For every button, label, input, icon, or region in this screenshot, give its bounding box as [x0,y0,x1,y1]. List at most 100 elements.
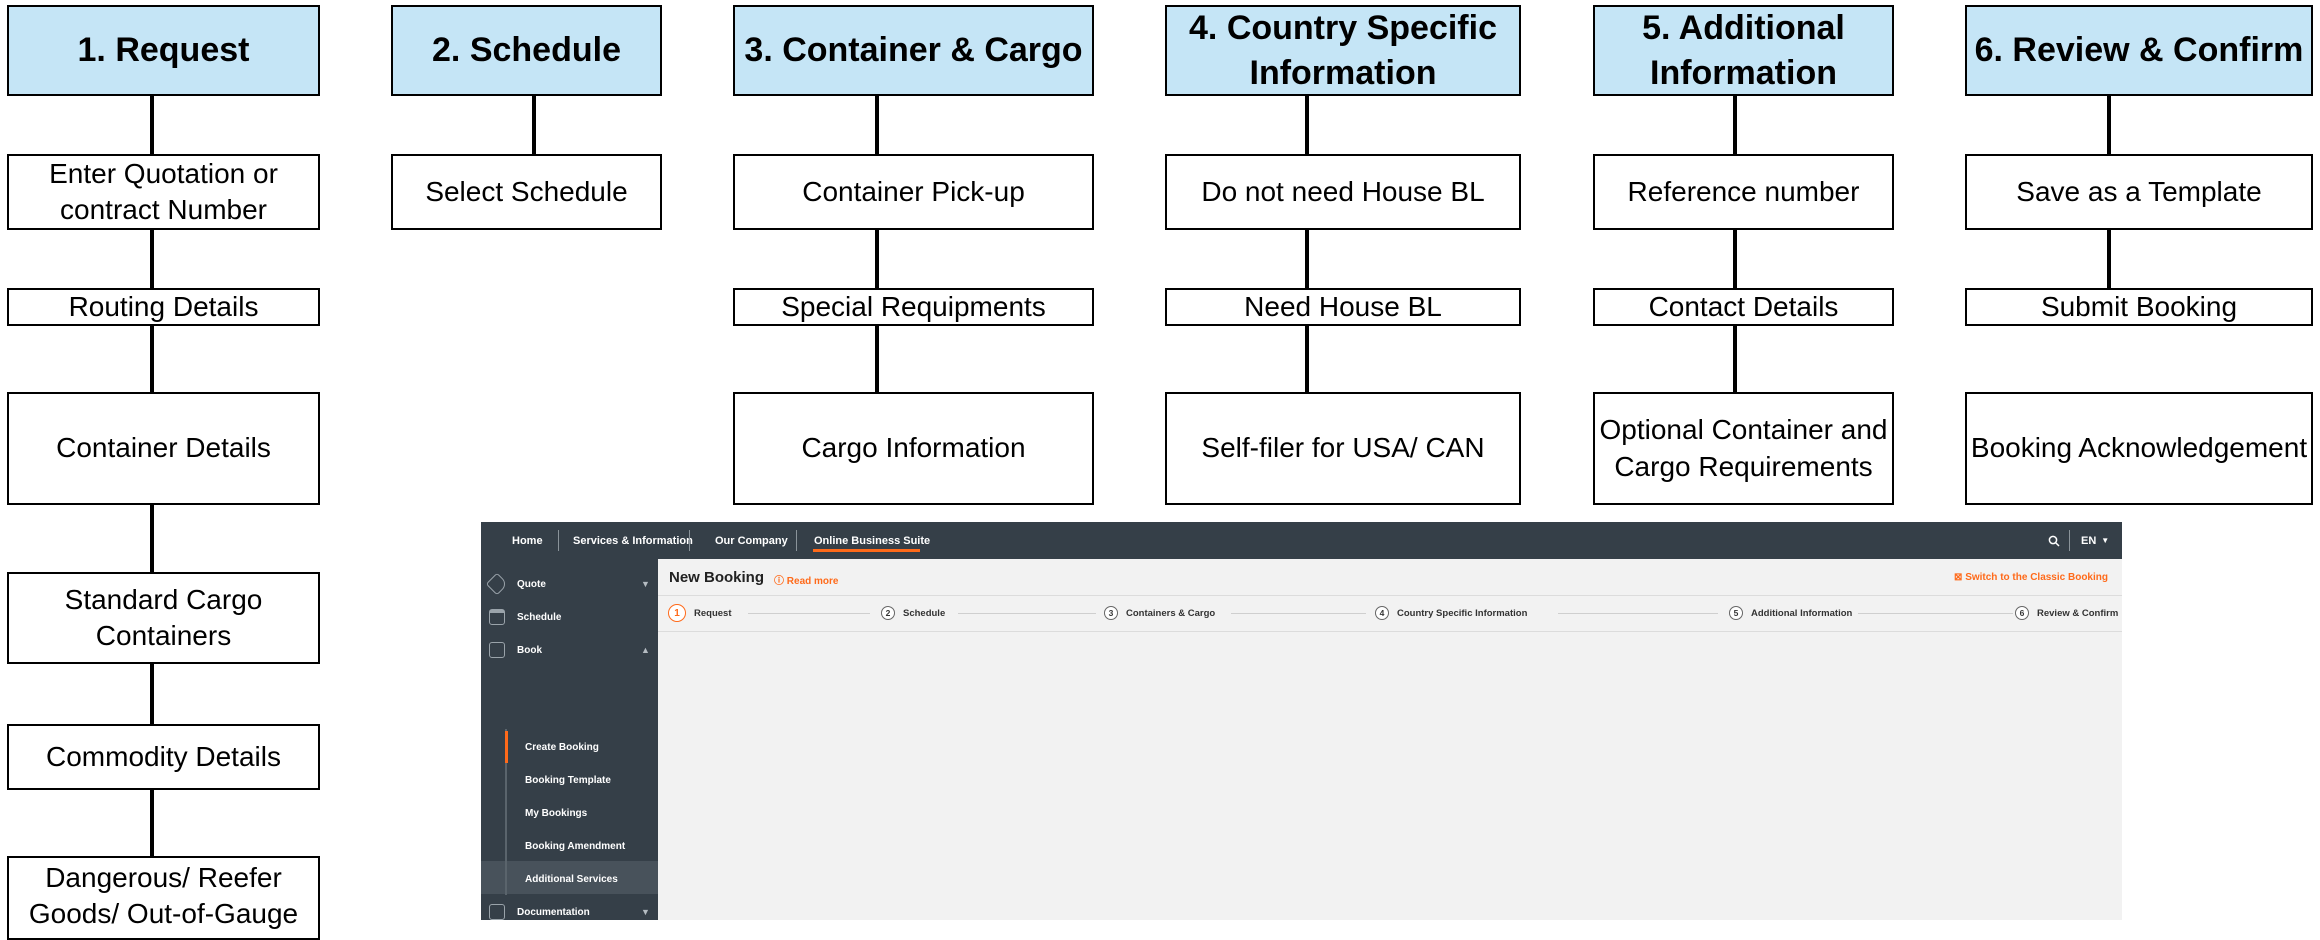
step-6-header: 6. Review & Confirm [1965,5,2313,96]
stepper-step-country-specific[interactable]: 4 Country Specific Information [1375,605,1527,621]
sidebar-item-quote[interactable]: Quote ▼ [481,569,658,599]
top-navigation: Home Services & Information Our Company … [481,522,2122,559]
document-icon [489,904,505,920]
connector [150,230,154,288]
flow-box-special-requipments: Special Requipments [733,288,1094,326]
step-1-header: 1. Request [7,5,320,96]
step-number: 6 [2015,606,2029,620]
stepper-connector [1858,613,2013,614]
stepper-step-schedule[interactable]: 2 Schedule [881,605,945,621]
sidebar-item-booking-amendment[interactable]: Booking Amendment [481,831,658,861]
nav-separator [796,530,797,551]
nav-separator [2069,530,2070,551]
sidebar-item-label: Booking Template [525,774,611,786]
flow-box-contact-details: Contact Details [1593,288,1894,326]
sidebar-item-book[interactable]: Book ▲ [481,635,658,665]
sidebar-item-label: Documentation [517,906,590,918]
stepper-step-additional-info[interactable]: 5 Additional Information [1729,605,1852,621]
sidebar-item-label: My Bookings [525,807,588,819]
stepper-connector [1231,613,1366,614]
sidebar-item-label: Schedule [517,611,562,623]
step-label: Containers & Cargo [1126,607,1216,619]
sidebar-item-schedule[interactable]: Schedule [481,602,658,632]
sidebar-item-label: Quote [517,578,546,590]
sidebar-item-additional-services[interactable]: Additional Services [481,864,658,894]
read-more-label: Read more [786,576,839,587]
connector [532,96,536,154]
connector [150,326,154,392]
connector [1733,96,1737,154]
switch-classic-label: Switch to the Classic Booking [1965,572,2108,583]
sidebar-item-documentation[interactable]: Documentation ▼ [481,897,658,920]
language-selector[interactable]: EN ▼ [2081,522,2109,559]
nav-online-business-suite[interactable]: Online Business Suite [814,522,930,559]
flow-box-standard-cargo-containers: Standard Cargo Containers [7,572,320,664]
sidebar-item-label: Booking Amendment [525,840,626,852]
nav-separator [689,530,690,551]
step-label: Schedule [903,607,946,619]
sidebar-item-label: Create Booking [525,741,599,753]
flow-box-optional-requirements: Optional Container and Cargo Requirement… [1593,392,1894,505]
sidebar: Quote ▼ Schedule Book ▲ Create Booking B… [481,559,658,920]
connector [150,96,154,154]
chevron-down-icon: ▼ [2101,536,2110,545]
switch-icon: ⊠ [1954,572,1963,583]
sidebar-item-label: Book [517,644,542,656]
switch-classic-booking-link[interactable]: ⊠ Switch to the Classic Booking [1954,572,2108,583]
stepper-connector [1558,613,1718,614]
chevron-down-icon: ▼ [641,579,650,589]
flow-box-container-pickup: Container Pick-up [733,154,1094,230]
connector [1305,326,1309,392]
flow-box-dangerous-reefer-oog: Dangerous/ Reefer Goods/ Out-of-Gauge [7,856,320,940]
flow-box-quotation-number: Enter Quotation or contract Number [7,154,320,230]
connector [150,505,154,572]
step-2-header: 2. Schedule [391,5,662,96]
page-title: New Booking [669,569,765,586]
sidebar-item-my-bookings[interactable]: My Bookings [481,798,658,828]
connector [150,664,154,724]
divider [658,595,2122,596]
nav-separator [558,530,559,551]
stepper-step-containers-cargo[interactable]: 3 Containers & Cargo [1104,605,1215,621]
step-number: 4 [1375,606,1389,620]
connector [2107,96,2111,154]
step-number: 1 [668,604,686,622]
stepper-step-review-confirm[interactable]: 6 Review & Confirm [2015,605,2118,621]
sidebar-item-create-booking[interactable]: Create Booking [481,732,658,762]
read-more-link[interactable]: ⓘ Read more [774,572,838,587]
tag-icon [485,572,509,596]
stepper-step-request[interactable]: 1 Request [668,604,731,622]
flow-box-save-template: Save as a Template [1965,154,2313,230]
flow-box-select-schedule: Select Schedule [391,154,662,230]
connector [1305,230,1309,288]
booking-app-screenshot: Home Services & Information Our Company … [481,522,2122,920]
nav-our-company[interactable]: Our Company [715,522,788,559]
stepper-connector [958,613,1096,614]
sidebar-item-booking-template[interactable]: Booking Template [481,765,658,795]
step-3-header: 3. Container & Cargo [733,5,1094,96]
connector [875,96,879,154]
flow-box-commodity-details: Commodity Details [7,724,320,790]
book-icon [489,642,505,658]
step-number: 5 [1729,606,1743,620]
search-icon[interactable] [2048,522,2060,559]
step-number: 2 [881,606,895,620]
flow-box-no-house-bl: Do not need House BL [1165,154,1521,230]
step-label: Review & Confirm [2037,607,2119,619]
nav-home[interactable]: Home [512,522,543,559]
chevron-down-icon: ▼ [641,907,650,917]
nav-services-information[interactable]: Services & Information [573,522,693,559]
step-number: 3 [1104,606,1118,620]
flow-box-reference-number: Reference number [1593,154,1894,230]
info-icon: ⓘ [774,576,784,587]
connector [1733,326,1737,392]
calendar-icon [489,609,505,625]
flow-box-booking-acknowledgement: Booking Acknowledgement [1965,392,2313,505]
connector [2107,230,2111,288]
connector [1305,96,1309,154]
connector [875,326,879,392]
step-label: Additional Information [1751,607,1853,619]
connector [150,790,154,856]
flow-box-cargo-information: Cargo Information [733,392,1094,505]
step-label: Country Specific Information [1397,607,1528,619]
